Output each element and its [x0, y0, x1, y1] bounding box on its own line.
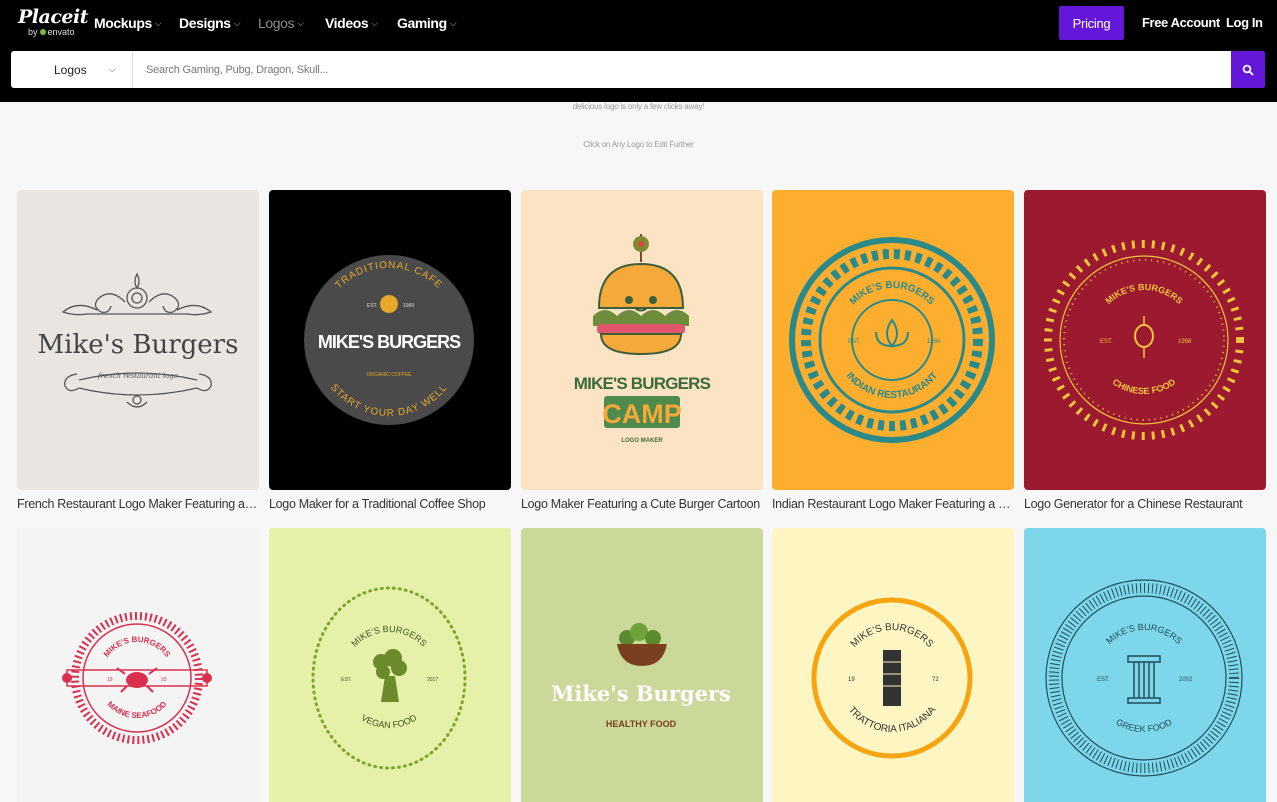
- logo-thumbnail[interactable]: MIKE'S BURGERS CHINESE FOOD EST. 1998: [1024, 190, 1266, 490]
- card-title[interactable]: Logo Maker for a Traditional Coffee Shop: [269, 497, 511, 511]
- year-label: 1989: [403, 303, 414, 309]
- chevron-down-icon: ⌵: [154, 17, 162, 28]
- search-container: Logos ⌵ Search Gaming, Pubg, Dragon, Sku…: [11, 51, 1265, 88]
- placeit-logo[interactable]: Placeit by envato: [18, 7, 88, 37]
- logo-thumbnail[interactable]: Mike's Burgers HEALTHY FOOD: [521, 528, 763, 802]
- search-input[interactable]: Search Gaming, Pubg, Dragon, Skull...: [133, 51, 1231, 88]
- logo-text: Mike's Burgers: [551, 681, 731, 706]
- year-label: 1998: [1178, 339, 1192, 345]
- card-title[interactable]: Indian Restaurant Logo Maker Featuring a…: [772, 497, 1014, 511]
- nav-logos[interactable]: Logos ⌵: [258, 15, 304, 31]
- logo-sub: HEALTHY FOOD: [606, 719, 677, 729]
- est-label: EST.: [1100, 339, 1113, 345]
- logo-thumbnail[interactable]: MIKE'S BURGERS INDIAN RESTAURANT EST. 19…: [772, 190, 1014, 490]
- logo-card-seafood[interactable]: MIKE'S BURGERS MAINE SEAFOOD 19 93: [17, 528, 259, 802]
- chevron-down-icon: ⌵: [297, 17, 304, 28]
- logo-card-greek[interactable]: MIKE'S BURGERS GREEK FOOD EST. 2002: [1024, 528, 1266, 802]
- logo-thumbnail[interactable]: Mike's Burgers french restaurant logo: [17, 190, 259, 490]
- edit-hint: Click on Any Logo to Edit Further: [583, 140, 694, 149]
- logo-tag: ORGANIC COFFEE: [366, 372, 412, 378]
- logo-card-burger[interactable]: MIKE'S BURGERS CAMP LOGO MAKER Logo Make…: [521, 190, 763, 511]
- card-title[interactable]: French Restaurant Logo Maker Featuring a…: [17, 497, 259, 511]
- logo-text: MIKE'S BURGERS: [574, 374, 711, 393]
- logo-text: MIKE'S BURGERS: [318, 332, 461, 352]
- category-label: Logos: [54, 62, 87, 77]
- logo-thumbnail[interactable]: MIKE'S BURGERS MAINE SEAFOOD 19 93: [17, 528, 259, 802]
- logo-card-healthy[interactable]: Mike's Burgers HEALTHY FOOD: [521, 528, 763, 802]
- est-label: EST.: [1097, 677, 1110, 683]
- search-icon: [1242, 64, 1254, 75]
- card-title[interactable]: Logo Maker Featuring a Cute Burger Carto…: [521, 497, 763, 511]
- chevron-down-icon: ⌵: [233, 17, 241, 28]
- logo-sub: LOGO MAKER: [621, 438, 663, 444]
- search-button[interactable]: [1231, 51, 1265, 88]
- est-label: EST.: [848, 339, 861, 345]
- search-bar: Logos ⌵ Search Gaming, Pubg, Dragon, Sku…: [0, 50, 1277, 102]
- year-label: 1986: [927, 339, 941, 345]
- category-select[interactable]: Logos ⌵: [11, 51, 133, 88]
- logo-text: Mike's Burgers: [38, 330, 239, 360]
- est-label: EST.: [367, 303, 378, 309]
- free-account-link[interactable]: Free Account: [1142, 15, 1220, 30]
- nav-gaming[interactable]: Gaming ⌵: [397, 15, 457, 31]
- logo-thumbnail[interactable]: MIKE'S BURGERS VEGAN FOOD EST. 2017: [269, 528, 511, 802]
- nav-videos[interactable]: Videos ⌵: [325, 15, 378, 31]
- envato-leaf-icon: [39, 29, 46, 35]
- logo-card-french[interactable]: Mike's Burgers french restaurant logo Fr…: [17, 190, 259, 511]
- logo-big: CAMP: [602, 399, 682, 429]
- chevron-down-icon: ⌵: [449, 17, 457, 28]
- logo-thumbnail[interactable]: MIKE'S BURGERS TRATTORIA ITALIANA 19 72: [772, 528, 1014, 802]
- year-label: 2017: [427, 677, 438, 683]
- logo-thumbnail[interactable]: MIKE'S BURGERS CAMP LOGO MAKER: [521, 190, 763, 490]
- year-label: 93: [161, 677, 167, 683]
- logo-card-vegan[interactable]: MIKE'S BURGERS VEGAN FOOD EST. 2017: [269, 528, 511, 802]
- chevron-down-icon: ⌵: [371, 17, 378, 28]
- logo-card-chinese[interactable]: MIKE'S BURGERS CHINESE FOOD EST. 1998 Lo…: [1024, 190, 1266, 511]
- brand-name: Placeit: [18, 6, 88, 28]
- card-title[interactable]: Logo Generator for a Chinese Restaurant: [1024, 497, 1266, 511]
- year-label: 2002: [1179, 677, 1193, 683]
- logo-thumbnail[interactable]: MIKE'S BURGERS GREEK FOOD EST. 2002: [1024, 528, 1266, 802]
- logo-thumbnail[interactable]: TRADITIONAL CAFE START YOUR DAY WELL EST…: [269, 190, 511, 490]
- year-label: 72: [932, 677, 939, 683]
- chevron-down-icon: ⌵: [108, 64, 116, 74]
- logo-sub: french restaurant logo: [97, 372, 178, 380]
- est-label: 19: [848, 677, 855, 683]
- logo-card-italian[interactable]: MIKE'S BURGERS TRATTORIA ITALIANA 19 72: [772, 528, 1014, 802]
- est-label: EST.: [341, 677, 352, 683]
- est-label: 19: [107, 677, 113, 683]
- intro-text: delicious logo is only a few clicks away…: [572, 102, 705, 111]
- login-link[interactable]: Log In: [1226, 15, 1263, 30]
- top-navigation: Placeit by envato Mockups ⌵ Designs ⌵ Logo…: [0, 0, 1277, 50]
- nav-mockups[interactable]: Mockups ⌵: [94, 15, 162, 31]
- nav-designs[interactable]: Designs ⌵: [179, 15, 241, 31]
- brand-sub: by envato: [28, 27, 75, 37]
- pricing-button[interactable]: Pricing: [1059, 6, 1124, 40]
- logo-card-coffee[interactable]: TRADITIONAL CAFE START YOUR DAY WELL EST…: [269, 190, 511, 511]
- logo-card-indian[interactable]: MIKE'S BURGERS INDIAN RESTAURANT EST. 19…: [772, 190, 1014, 511]
